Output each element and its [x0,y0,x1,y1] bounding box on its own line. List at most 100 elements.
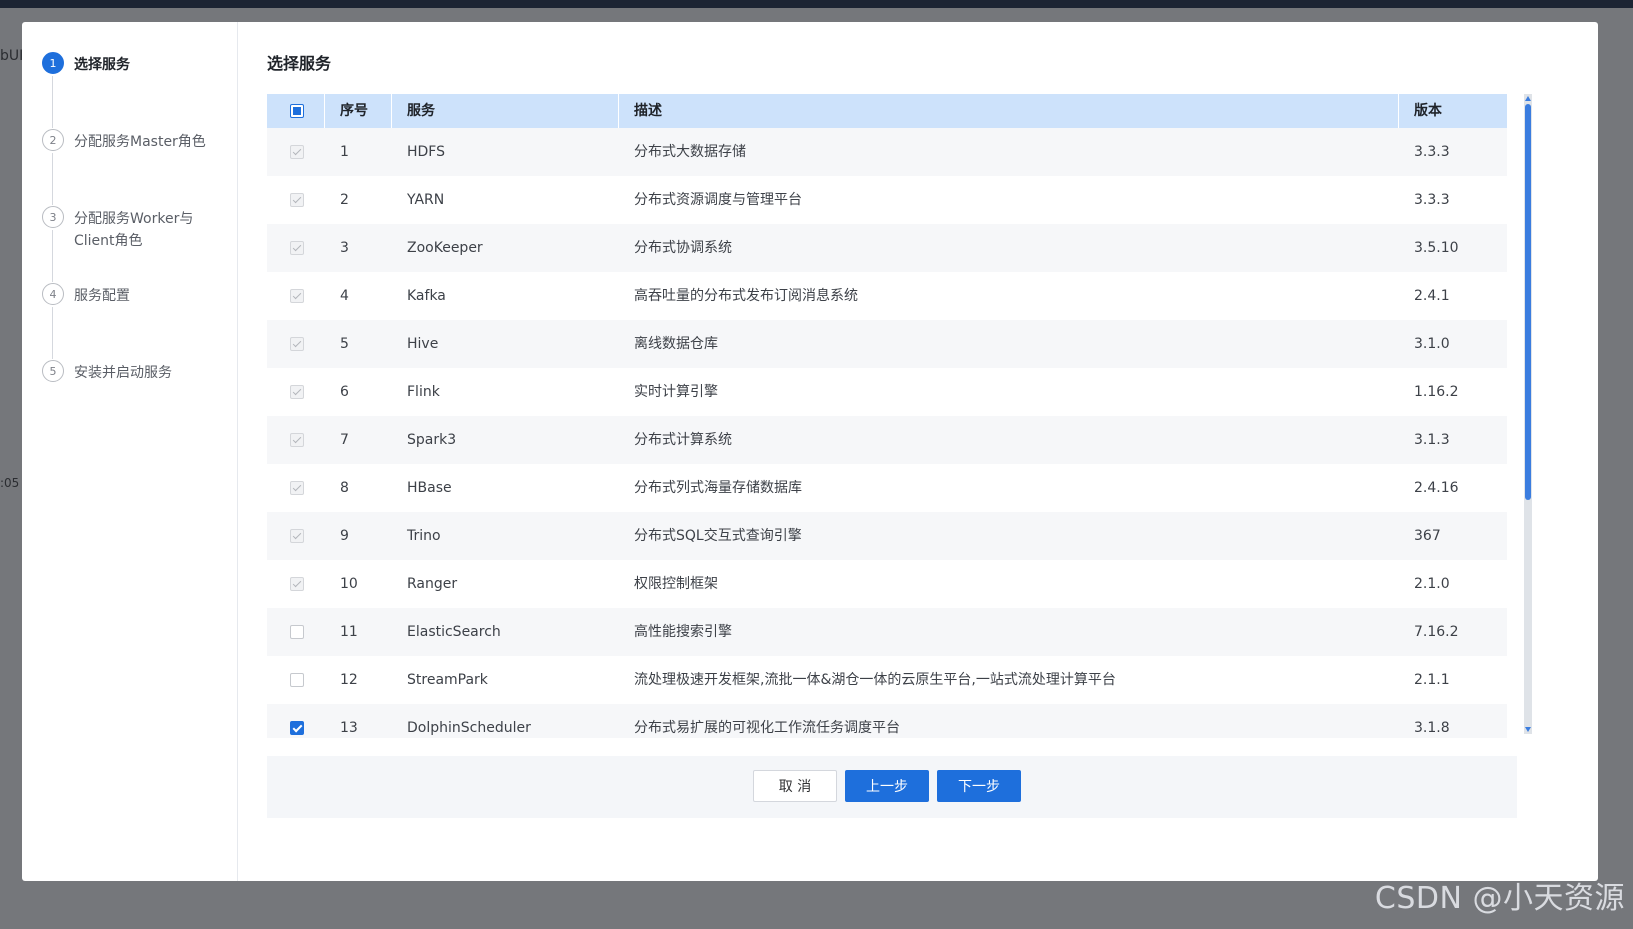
row-version: 367 [1414,528,1441,544]
table-row[interactable]: 9 Trino 分布式SQL交互式查询引擎 367 [267,512,1507,560]
row-checkbox[interactable] [290,625,304,639]
row-index: 10 [340,576,358,592]
content-area: 选择服务 序号 服务 描述 版本 1 HDFS 分布式大数据存储 3.3.3 2 YARN… [237,22,1598,881]
row-description: 分布式易扩展的可视化工作流任务调度平台 [634,720,900,736]
row-description: 高性能搜索引擎 [634,624,732,640]
row-service-name: YARN [407,192,445,208]
cancel-button[interactable]: 取 消 [753,770,837,802]
row-description: 流处理极速开发框架,流批一体&湖仓一体的云原生平台,一站式流处理计算平台 [634,672,1116,688]
page-title: 选择服务 [267,54,332,73]
row-version: 7.16.2 [1414,624,1459,640]
background-time-fragment: :05 [0,476,20,490]
row-version: 3.1.8 [1414,720,1450,736]
row-version: 3.1.3 [1414,432,1450,448]
row-index: 9 [340,528,349,544]
table-row[interactable]: 5 Hive 离线数据仓库 3.1.0 [267,320,1507,368]
table-row[interactable]: 10 Ranger 权限控制框架 2.1.0 [267,560,1507,608]
service-table: 序号 服务 描述 版本 1 HDFS 分布式大数据存储 3.3.3 2 YARN 分布式资源… [267,94,1507,738]
step-number: 2 [42,129,64,151]
step-number: 3 [42,206,64,228]
row-index: 8 [340,480,349,496]
row-description: 离线数据仓库 [634,336,718,352]
row-service-name: Trino [407,528,441,544]
table-row[interactable]: 13 DolphinScheduler 分布式易扩展的可视化工作流任务调度平台 3.1… [267,704,1507,738]
step-sidebar: 1 选择服务 2 分配服务Master角色 3 分配服务Worker与Clien… [22,22,238,881]
row-description: 分布式大数据存储 [634,144,746,160]
row-checkbox[interactable] [290,673,304,687]
row-checkbox [290,577,304,591]
step-label: 分配服务Master角色 [74,134,206,150]
row-checkbox [290,289,304,303]
step-connector [52,307,53,359]
table-header: 序号 服务 描述 版本 [267,94,1507,128]
table-row[interactable]: 2 YARN 分布式资源调度与管理平台 3.3.3 [267,176,1507,224]
step-number: 1 [42,52,64,74]
table-row[interactable]: 1 HDFS 分布式大数据存储 3.3.3 [267,128,1507,176]
row-version: 2.4.16 [1414,480,1459,496]
step-label: 服务配置 [74,288,130,304]
dialog-footer: 取 消 上一步 下一步 [267,756,1517,818]
row-checkbox [290,481,304,495]
header-index: 序号 [340,103,368,119]
table-row[interactable]: 6 Flink 实时计算引擎 1.16.2 [267,368,1507,416]
row-version: 3.1.0 [1414,336,1450,352]
row-index: 7 [340,432,349,448]
table-row[interactable]: 4 Kafka 高吞吐量的分布式发布订阅消息系统 2.4.1 [267,272,1507,320]
table-row[interactable]: 12 StreamPark 流处理极速开发框架,流批一体&湖仓一体的云原生平台,一站… [267,656,1507,704]
scroll-thumb[interactable] [1525,104,1531,500]
table-row[interactable]: 8 HBase 分布式列式海量存储数据库 2.4.16 [267,464,1507,512]
row-checkbox [290,241,304,255]
row-version: 1.16.2 [1414,384,1459,400]
row-version: 2.1.1 [1414,672,1450,688]
row-checkbox[interactable] [290,721,304,735]
row-index: 2 [340,192,349,208]
scroll-down-arrow-icon[interactable] [1525,727,1531,732]
row-version: 3.3.3 [1414,192,1450,208]
row-checkbox [290,385,304,399]
watermark: CSDN @小天资源 [1374,881,1625,916]
header-description: 描述 [634,103,662,119]
row-service-name: Kafka [407,288,446,304]
row-checkbox [290,193,304,207]
row-service-name: Spark3 [407,432,457,448]
row-version: 2.4.1 [1414,288,1450,304]
row-index: 11 [340,624,358,640]
row-description: 高吞吐量的分布式发布订阅消息系统 [634,288,858,304]
row-index: 12 [340,672,358,688]
row-index: 3 [340,240,349,256]
step-label: 安装并启动服务 [74,365,172,381]
row-description: 分布式列式海量存储数据库 [634,480,802,496]
table-row[interactable]: 3 ZooKeeper 分布式协调系统 3.5.10 [267,224,1507,272]
row-index: 1 [340,144,349,160]
prev-step-button[interactable]: 上一步 [845,770,929,802]
row-description: 分布式资源调度与管理平台 [634,192,802,208]
step-number: 5 [42,360,64,382]
step-connector [52,230,53,282]
row-checkbox [290,337,304,351]
select-all-checkbox[interactable] [290,104,304,118]
step-label: 选择服务 [74,57,130,73]
row-version: 3.3.3 [1414,144,1450,160]
row-description: 实时计算引擎 [634,384,718,400]
header-version: 版本 [1414,103,1442,119]
row-checkbox [290,145,304,159]
step-connector [52,153,53,205]
row-description: 分布式SQL交互式查询引擎 [634,528,802,544]
row-service-name: ZooKeeper [407,240,483,256]
row-service-name: HBase [407,480,452,496]
row-index: 5 [340,336,349,352]
row-service-name: DolphinScheduler [407,720,531,736]
table-scrollbar[interactable] [1524,94,1532,734]
row-service-name: ElasticSearch [407,624,501,640]
next-step-button[interactable]: 下一步 [937,770,1021,802]
header-service: 服务 [407,103,435,119]
row-service-name: HDFS [407,144,446,160]
row-checkbox [290,529,304,543]
app-top-bar [0,0,1633,8]
table-row[interactable]: 7 Spark3 分布式计算系统 3.1.3 [267,416,1507,464]
table-row[interactable]: 11 ElasticSearch 高性能搜索引擎 7.16.2 [267,608,1507,656]
row-description: 权限控制框架 [634,576,718,592]
scroll-up-arrow-icon[interactable] [1525,96,1531,101]
row-service-name: StreamPark [407,672,488,688]
row-index: 13 [340,720,358,736]
